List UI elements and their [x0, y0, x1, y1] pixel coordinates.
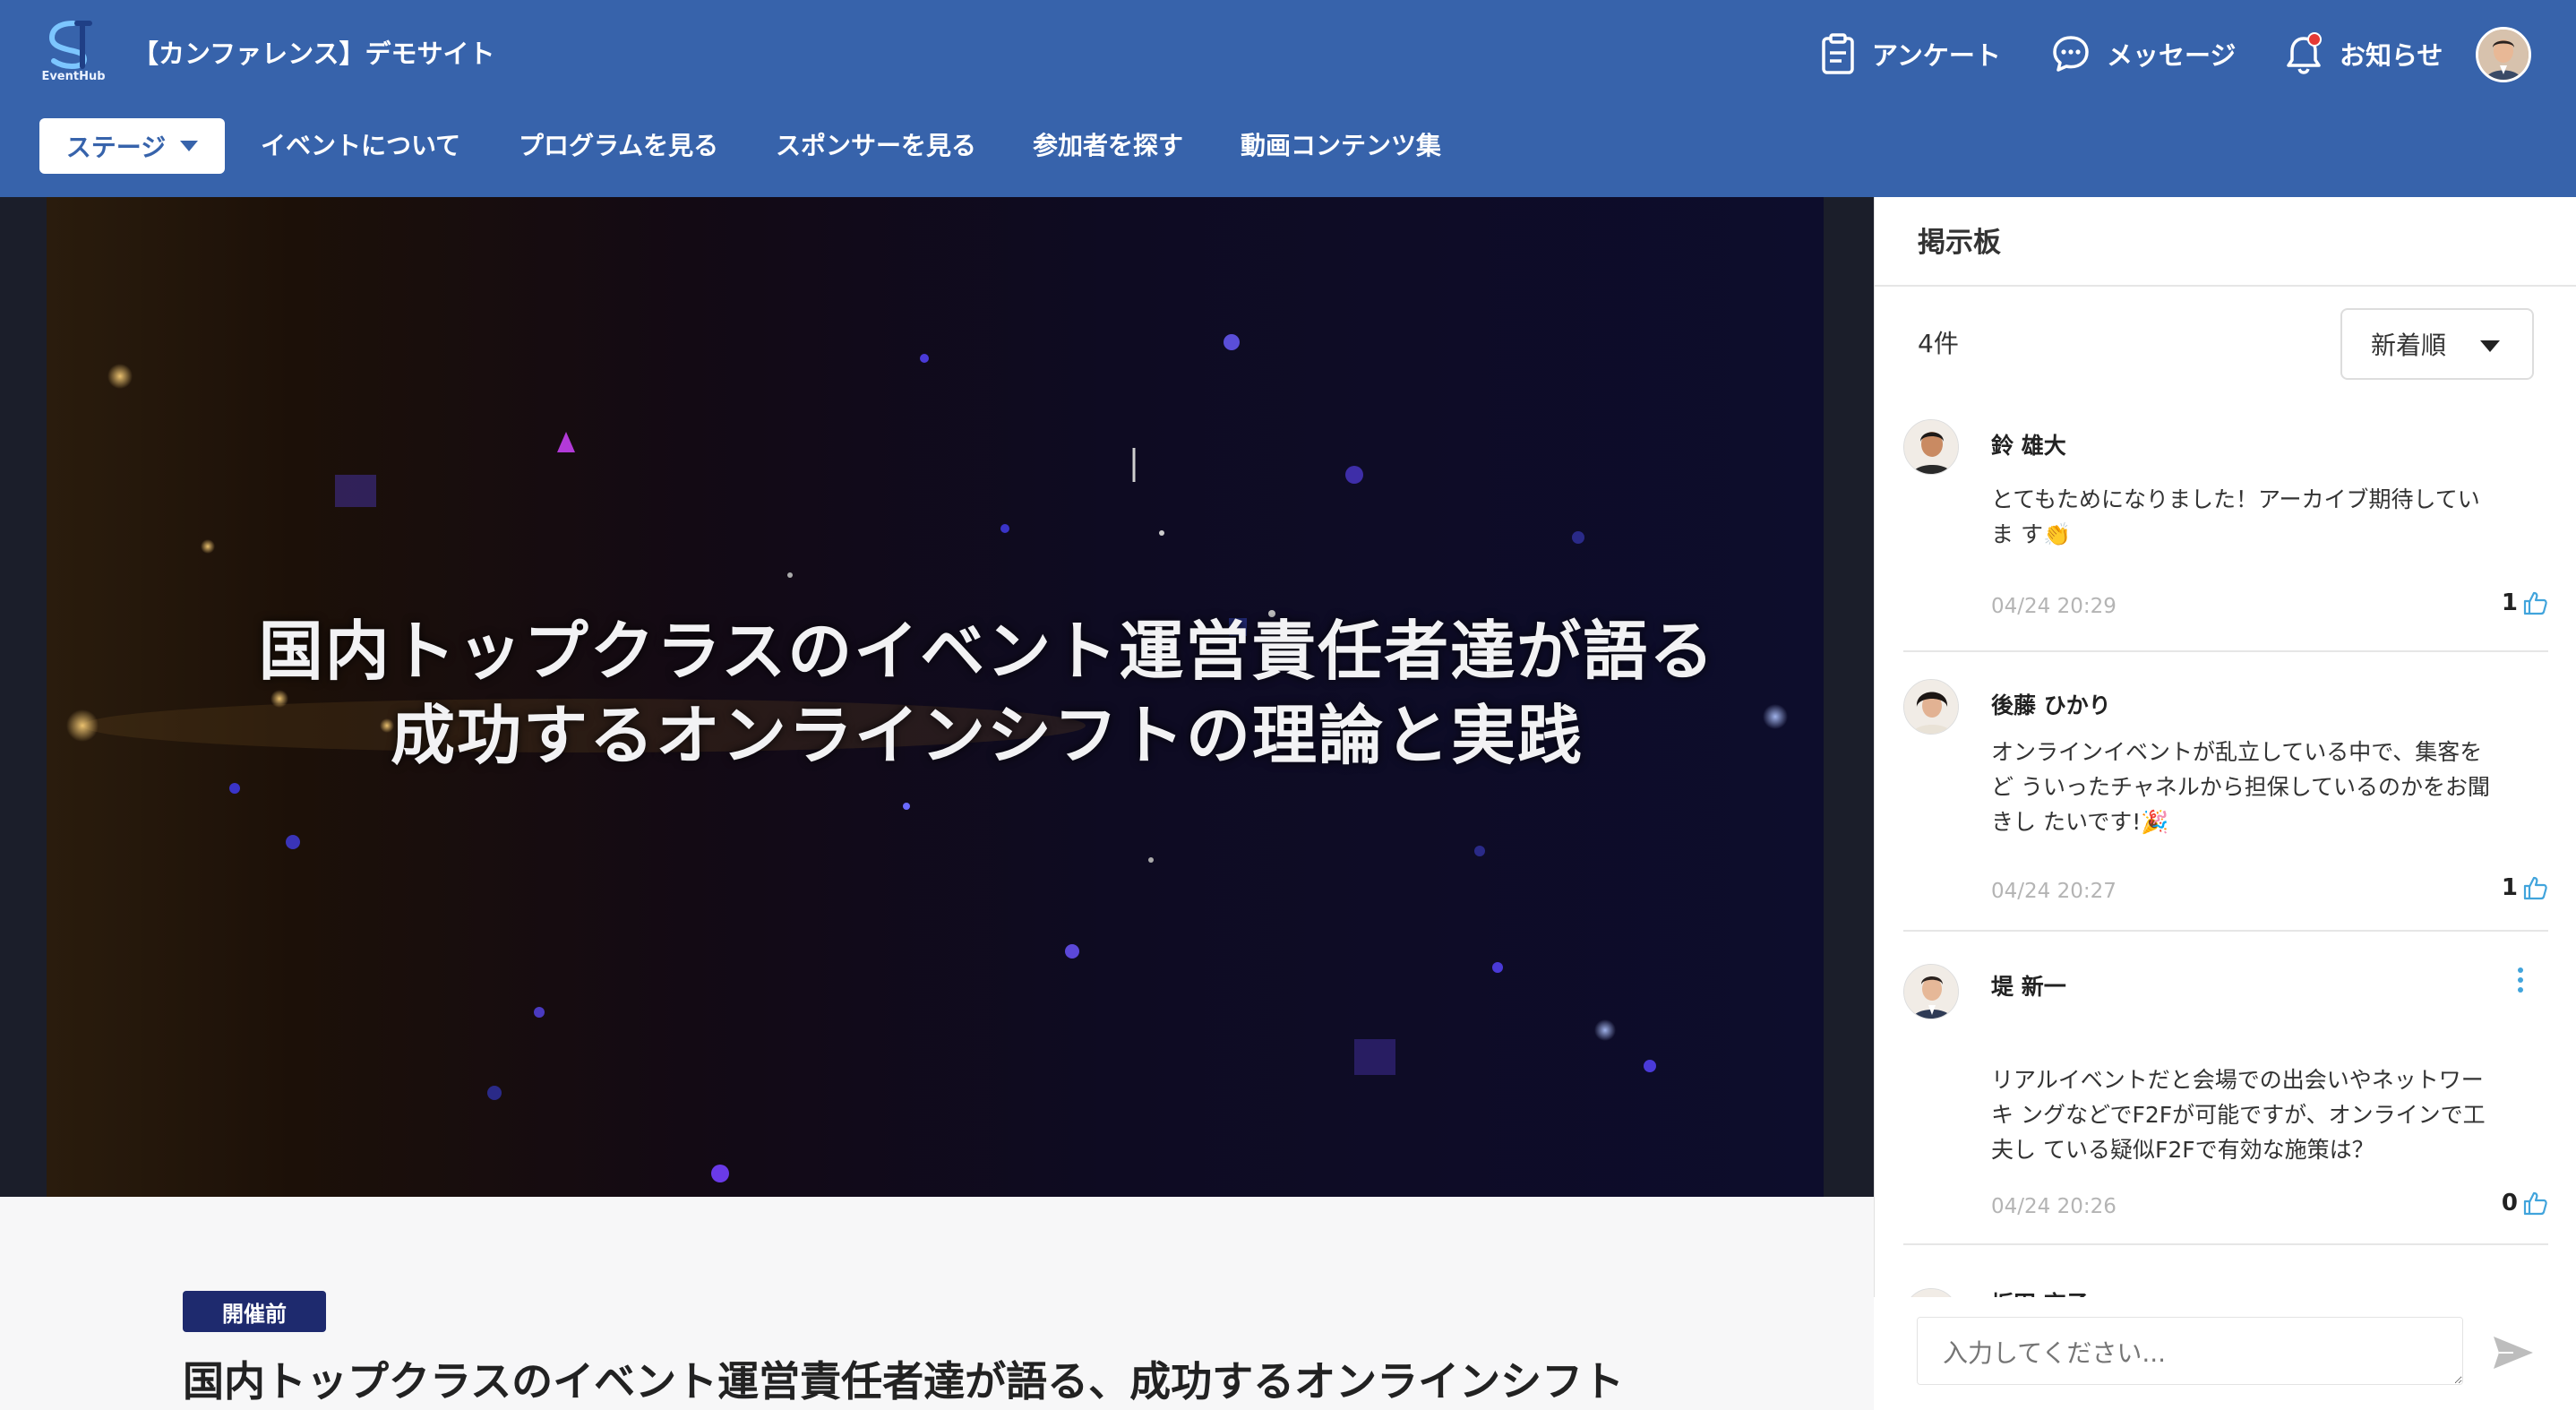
board-header: 掲示板	[1875, 197, 2576, 287]
send-icon	[2494, 1337, 2533, 1369]
chat-bubble-icon	[2053, 36, 2089, 72]
nav-sponsors[interactable]: スポンサーを見る	[776, 118, 976, 174]
video-player[interactable]: 国内トップクラスのイベント運営責任者達が語る 成功するオンラインシフトの理論と実…	[47, 197, 1824, 1197]
post-author: 堤 新一	[1991, 974, 2066, 1000]
sort-label: 新着順	[2371, 331, 2447, 360]
survey-button[interactable]: アンケート	[1820, 27, 2001, 81]
like-button[interactable]: 1	[2502, 589, 2548, 616]
like-button[interactable]: 1	[2502, 874, 2548, 901]
user-avatar[interactable]	[2476, 27, 2531, 82]
clipboard-icon	[1822, 33, 1854, 74]
post-time: 04/24 20:27	[1991, 880, 2117, 903]
site-title[interactable]: 【カンファレンス】デモサイト	[133, 34, 495, 73]
main-nav: ステージ イベントについて プログラムを見る スポンサーを見る 参加者を探す 動…	[0, 115, 1523, 176]
notification-dot	[2307, 32, 2322, 47]
nav-program[interactable]: プログラムを見る	[519, 118, 718, 174]
send-button[interactable]	[2492, 1333, 2535, 1376]
like-button[interactable]: 0	[2502, 1190, 2548, 1217]
post-author: 鈴 雄大	[1991, 433, 2066, 459]
board-title: 掲示板	[1918, 227, 2001, 259]
video-caption: 国内トップクラスのイベント運営責任者達が語る 成功するオンラインシフトの理論と実…	[47, 609, 1824, 778]
post-time: 04/24 20:29	[1991, 595, 2117, 618]
notice-button[interactable]: お知らせ	[2284, 27, 2443, 81]
like-count: 1	[2501, 874, 2518, 901]
caret-down-icon	[180, 141, 199, 151]
session-title: 国内トップクラスのイベント運営責任者達が語る、成功するオンラインシフト	[183, 1357, 1625, 1406]
board-post: 後藤 ひかり オンラインイベントが乱立している中で、集客をど ういったチャネルか…	[1903, 652, 2548, 932]
stage-label: ステージ	[65, 133, 167, 162]
message-label: メッセージ	[2107, 40, 2237, 71]
post-count: 4件	[1918, 329, 1959, 358]
nav-participants[interactable]: 参加者を探す	[1033, 118, 1183, 174]
thumbs-up-icon	[2523, 1191, 2547, 1216]
logo-text: EventHub	[41, 70, 106, 83]
comment-composer	[1874, 1297, 2576, 1410]
top-header: EventHub 【カンファレンス】デモサイト アンケート メッセージ お知らせ	[0, 0, 2576, 197]
survey-label: アンケート	[1872, 40, 2001, 71]
like-count: 1	[2501, 589, 2518, 616]
post-author: 後藤 ひかり	[1991, 692, 2111, 718]
eventhub-logo[interactable]: EventHub	[38, 20, 109, 86]
post-avatar[interactable]	[1903, 964, 1959, 1019]
message-board: 掲示板 4件 新着順 鈴 雄大 とてもためになりました！アーカイブ期待していま …	[1874, 197, 2576, 1410]
nav-about[interactable]: イベントについて	[261, 118, 460, 174]
post-time: 04/24 20:26	[1991, 1195, 2117, 1218]
video-caption-line2: 成功するオンラインシフトの理論と実践	[390, 698, 1584, 773]
bell-icon	[2284, 32, 2323, 74]
message-button[interactable]: メッセージ	[2051, 27, 2236, 81]
post-body: リアルイベントだと会場での出会いやネットワーキ ングなどでF2Fが可能ですが、オ…	[1991, 1067, 2486, 1163]
post-body: オンラインイベントが乱立している中で、集客をど ういったチャネルから担保している…	[1991, 739, 2490, 835]
thumbs-up-icon	[2523, 591, 2547, 615]
board-post: 堤 新一 リアルイベントだと会場での出会いやネットワーキ ングなどでF2Fが可能…	[1903, 932, 2548, 1245]
sort-dropdown[interactable]: 新着順	[2340, 308, 2534, 380]
notice-label: お知らせ	[2340, 40, 2443, 71]
video-caption-line1: 国内トップクラスのイベント運営責任者達が語る	[258, 614, 1716, 689]
post-avatar[interactable]	[1903, 419, 1959, 475]
more-options-icon[interactable]	[2518, 967, 2523, 997]
post-avatar[interactable]	[1903, 679, 1959, 735]
caret-down-icon	[2480, 340, 2500, 352]
like-count: 0	[2501, 1190, 2518, 1217]
nav-videos[interactable]: 動画コンテンツ集	[1241, 118, 1441, 174]
comment-input[interactable]	[1917, 1317, 2463, 1385]
thumbs-up-icon	[2523, 876, 2547, 900]
status-badge: 開催前	[183, 1291, 326, 1332]
post-body: とてもためになりました！アーカイブ期待していま す👏	[1991, 486, 2480, 547]
board-post: 鈴 雄大 とてもためになりました！アーカイブ期待していま す👏 04/24 20…	[1903, 419, 2548, 652]
stage-dropdown[interactable]: ステージ	[39, 118, 225, 174]
